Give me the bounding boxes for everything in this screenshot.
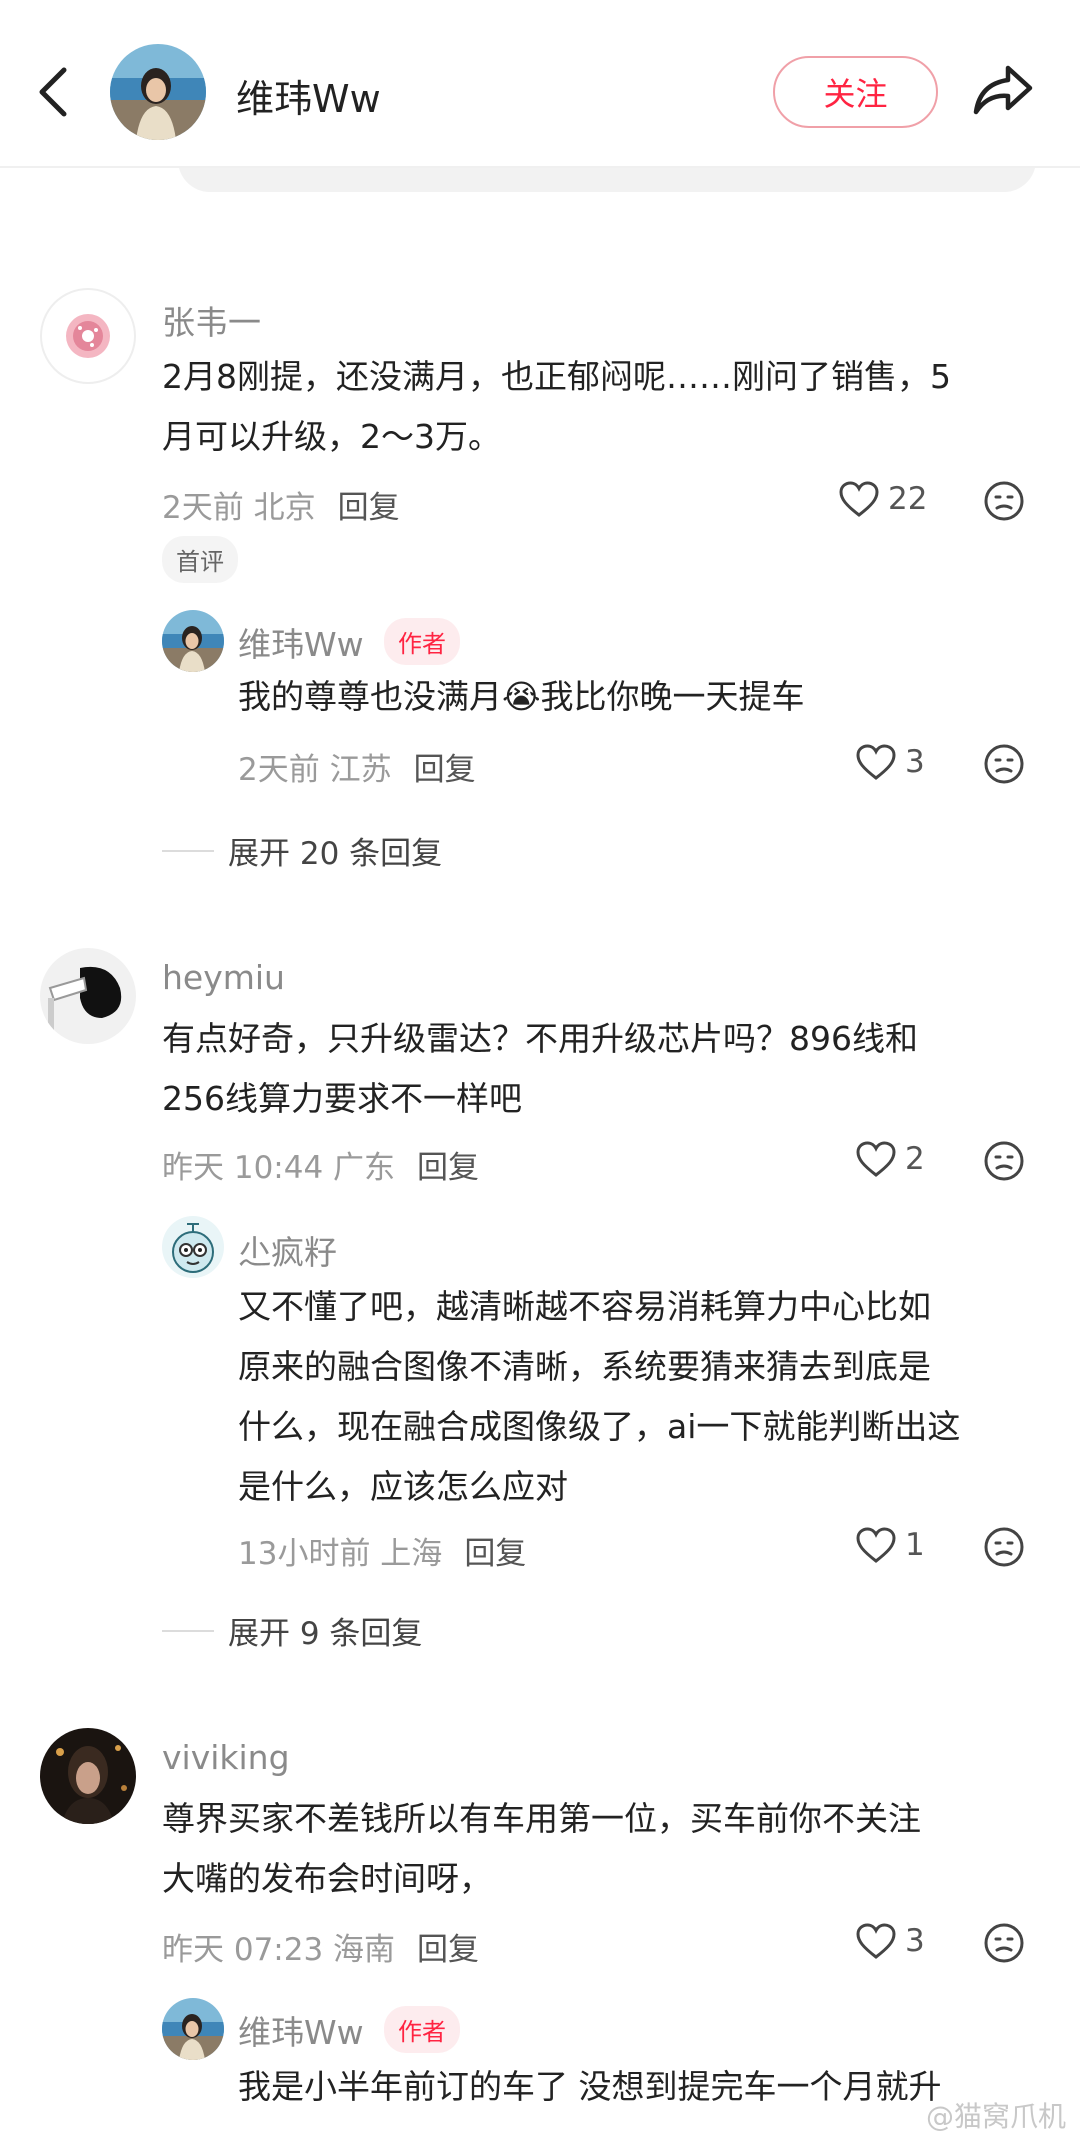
emoji-react-icon[interactable] bbox=[983, 1526, 1025, 1568]
divider bbox=[162, 849, 214, 852]
follow-button[interactable]: 关注 bbox=[773, 56, 938, 128]
emoji-react-icon[interactable] bbox=[983, 480, 1025, 522]
first-comment-badge: 首评 bbox=[162, 536, 238, 583]
expand-replies[interactable]: 展开 9 条回复 bbox=[162, 1608, 422, 1653]
heart-icon bbox=[839, 481, 879, 517]
reply-text-line: 原来的融合图像不清晰，系统要猜来猜去到底是 bbox=[238, 1347, 931, 1386]
avatar[interactable] bbox=[40, 948, 136, 1044]
heart-icon bbox=[856, 1141, 896, 1177]
reply-meta: 13小时前 上海 回复 bbox=[238, 1528, 526, 1573]
reply-username[interactable]: 维玮Ww bbox=[238, 618, 364, 666]
expand-replies-label: 展开 9 条回复 bbox=[228, 1616, 423, 1652]
comment-meta: 昨天 07:23 海南 回复 bbox=[162, 1924, 479, 1969]
avatar[interactable] bbox=[40, 1728, 136, 1824]
author-badge: 作者 bbox=[384, 618, 460, 665]
share-icon[interactable] bbox=[972, 62, 1034, 118]
time-location: 2天前 江苏 bbox=[238, 752, 392, 788]
like-count: 22 bbox=[888, 481, 928, 517]
like-count: 3 bbox=[905, 1923, 925, 1959]
reply-text-line: 我是小半年前订的车了 没想到提完车一个月就升 bbox=[238, 2067, 942, 2106]
emoji-react-icon[interactable] bbox=[983, 1922, 1025, 1964]
divider bbox=[162, 1629, 214, 1632]
reply-text-line: 又不懂了吧，越清晰越不容易消耗算力中心比如 bbox=[238, 1287, 931, 1326]
back-icon[interactable] bbox=[34, 62, 74, 122]
comment-text-line: 尊界买家不差钱所以有车用第一位，买车前你不关注 bbox=[162, 1799, 921, 1838]
comment-username[interactable]: 张韦一 bbox=[162, 296, 261, 344]
watermark: @猫窝爪机 bbox=[925, 2100, 1066, 2133]
heart-icon bbox=[856, 1923, 896, 1959]
comment-text-line: 月可以升级，2～3万。 bbox=[162, 417, 501, 456]
reply-username[interactable]: 维玮Ww bbox=[238, 2006, 364, 2054]
comment-meta: 2天前 北京 回复 bbox=[162, 482, 400, 527]
top-bar: 维玮Ww 关注 bbox=[0, 0, 1080, 168]
reply-button[interactable]: 回复 bbox=[464, 1536, 526, 1572]
reply-button[interactable]: 回复 bbox=[338, 490, 400, 526]
time-location: 13小时前 上海 bbox=[238, 1536, 443, 1572]
reply-button[interactable]: 回复 bbox=[417, 1150, 479, 1186]
reply-text-line: 什么，现在融合成图像级了，ai一下就能判断出这 bbox=[238, 1407, 961, 1446]
time-location: 2天前 北京 bbox=[162, 490, 316, 526]
reply-username[interactable]: 尐疯籽 bbox=[238, 1226, 337, 1274]
reply-button[interactable]: 回复 bbox=[414, 752, 476, 788]
comment-text-line: 大嘴的发布会时间呀， bbox=[162, 1859, 492, 1898]
comment-text-line: 2月8刚提，还没满月，也正郁闷呢……刚问了销售，5 bbox=[162, 357, 951, 396]
avatar[interactable] bbox=[162, 610, 224, 672]
like-button[interactable]: 3 bbox=[855, 1922, 925, 1960]
like-count: 1 bbox=[905, 1527, 925, 1563]
author-name[interactable]: 维玮Ww bbox=[236, 68, 381, 123]
expand-replies-label: 展开 20 条回复 bbox=[228, 836, 443, 872]
like-count: 3 bbox=[905, 744, 925, 780]
avatar[interactable] bbox=[162, 1998, 224, 2060]
reply-text-line: 是什么，应该怎么应对 bbox=[238, 1467, 568, 1506]
comment-username[interactable]: heymiu bbox=[162, 958, 285, 997]
like-button[interactable]: 2 bbox=[855, 1140, 925, 1178]
heart-icon bbox=[856, 1527, 896, 1563]
author-avatar[interactable] bbox=[110, 44, 206, 140]
emoji-react-icon[interactable] bbox=[983, 743, 1025, 785]
reply-text-line: 我的尊尊也没满月😭我比你晚一天提车 bbox=[238, 677, 805, 716]
comment-text-line: 有点好奇，只升级雷达？不用升级芯片吗？896线和 bbox=[162, 1019, 918, 1058]
like-button[interactable]: 22 bbox=[838, 480, 927, 518]
comment-text-line: 256线算力要求不一样吧 bbox=[162, 1079, 522, 1118]
avatar[interactable] bbox=[162, 1216, 224, 1278]
expand-replies[interactable]: 展开 20 条回复 bbox=[162, 828, 442, 873]
reply-button[interactable]: 回复 bbox=[417, 1932, 479, 1968]
heart-icon bbox=[856, 744, 896, 780]
time-location: 昨天 10:44 广东 bbox=[162, 1150, 396, 1186]
like-button[interactable]: 3 bbox=[855, 743, 925, 781]
comment-meta: 昨天 10:44 广东 回复 bbox=[162, 1142, 479, 1187]
reply-meta: 2天前 江苏 回复 bbox=[238, 744, 476, 789]
like-count: 2 bbox=[905, 1141, 925, 1177]
avatar[interactable] bbox=[40, 288, 136, 384]
like-button[interactable]: 1 bbox=[855, 1526, 925, 1564]
time-location: 昨天 07:23 海南 bbox=[162, 1932, 396, 1968]
emoji-react-icon[interactable] bbox=[983, 1140, 1025, 1182]
comment-username[interactable]: viviking bbox=[162, 1738, 290, 1777]
author-badge: 作者 bbox=[384, 2006, 460, 2053]
